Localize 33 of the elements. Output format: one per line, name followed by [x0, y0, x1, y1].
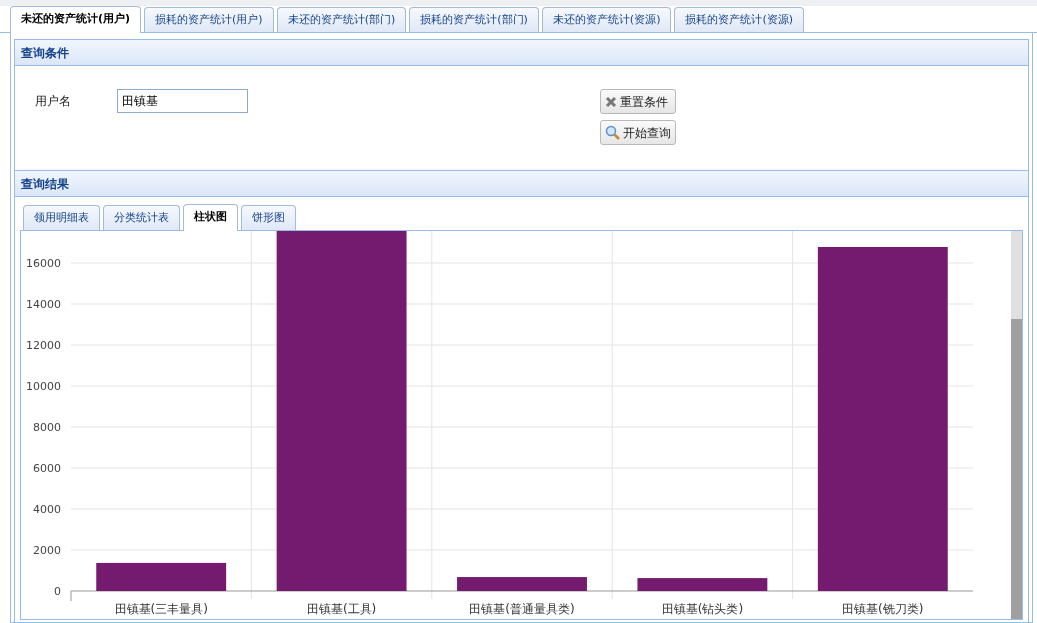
y-tick-label: 16000 — [26, 257, 61, 270]
search-button[interactable]: 开始查询 — [600, 120, 676, 145]
y-tick-label: 4000 — [33, 503, 61, 516]
tab[interactable]: 损耗的资产统计(部门) — [409, 7, 539, 32]
tab[interactable]: 损耗的资产统计(用户) — [144, 7, 274, 32]
panel-header: 查询结果 — [14, 170, 1029, 197]
x-axis-label: 田镇基(铣刀类) — [842, 602, 924, 616]
tab[interactable]: 未还的资产统计(部门) — [276, 7, 407, 32]
x-axis-label: 田镇基(钻头类) — [661, 602, 744, 616]
search-icon — [605, 125, 620, 140]
username-field[interactable]: 田镇基 — [117, 89, 248, 113]
y-tick-label: 0 — [54, 585, 61, 598]
tab[interactable]: 柱状图 — [183, 204, 238, 231]
field-label: 用户名 — [35, 93, 72, 110]
x-axis-label: 田镇基(三丰量具) — [114, 602, 208, 616]
tab[interactable]: 饼形图 — [241, 205, 296, 230]
close-icon — [605, 95, 617, 108]
tab[interactable]: 损耗的资产统计(资源) — [674, 7, 805, 32]
y-tick-label: 12000 — [26, 339, 61, 352]
tab[interactable]: 分类统计表 — [103, 205, 180, 230]
tab[interactable]: 未还的资产统计(用户) — [10, 6, 142, 33]
y-tick-label: 6000 — [33, 462, 61, 475]
reset-button[interactable]: 重置条件 — [600, 89, 676, 114]
y-tick-label: 10000 — [26, 380, 61, 393]
tab[interactable]: 领用明细表 — [23, 205, 100, 230]
y-tick-label: 8000 — [33, 421, 61, 434]
panel-header: 查询条件 — [14, 39, 1029, 66]
tab[interactable]: 未还的资产统计(资源) — [541, 7, 672, 32]
y-tick-label: 14000 — [26, 298, 61, 311]
x-axis-label: 田镇基(普通量具类) — [469, 602, 575, 616]
x-axis-label: 田镇基(工具) — [306, 602, 377, 616]
y-tick-label: 2000 — [33, 544, 61, 557]
scrollbar[interactable] — [1011, 231, 1022, 619]
